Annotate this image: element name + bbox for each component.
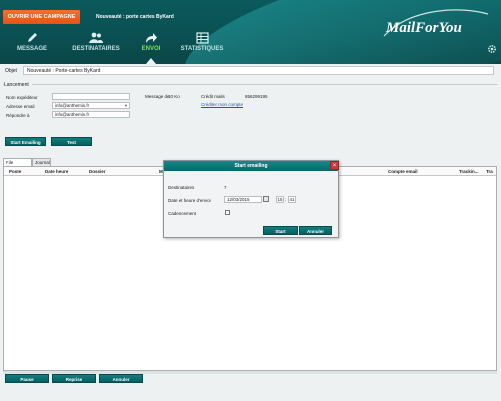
recipients-label: Destinataires bbox=[168, 185, 195, 190]
email-select-value: info@anthemis.fr bbox=[55, 103, 90, 108]
resume-button[interactable]: Reprise bbox=[52, 374, 96, 383]
email-label: Adresse email bbox=[6, 104, 35, 109]
pencil-icon bbox=[28, 33, 37, 42]
column-header[interactable]: Dossier bbox=[89, 169, 106, 174]
svg-text:MailForYou: MailForYou bbox=[385, 20, 462, 36]
calendar-icon[interactable] bbox=[263, 196, 269, 202]
start-emailing-dialog: Start emailing × Destinataires 7 Date et… bbox=[163, 160, 339, 238]
reply-input[interactable]: info@anthemis.fr bbox=[52, 111, 130, 118]
mailforyou-logo: MailForYou bbox=[383, 9, 489, 37]
chevron-down-icon: ▼ bbox=[124, 103, 128, 108]
credit-label: Crédit mails bbox=[201, 94, 225, 99]
nav-message[interactable]: MESSAGE bbox=[14, 32, 50, 60]
nav-destinataires[interactable]: DESTINATAIRES bbox=[72, 32, 120, 60]
recipients-value: 7 bbox=[224, 185, 227, 190]
credit-value: 856299195 bbox=[245, 94, 268, 99]
email-select[interactable]: info@anthemis.fr ▼ bbox=[52, 102, 130, 109]
nav-statistiques[interactable]: STATISTIQUES bbox=[180, 32, 224, 60]
sender-name-label: Nom expéditeur bbox=[6, 95, 38, 100]
nav-label: MESSAGE bbox=[16, 46, 47, 52]
dialog-title: Start emailing bbox=[164, 161, 338, 171]
datetime-label: Date et heure d'envoi bbox=[168, 198, 211, 203]
tab-journal[interactable]: Journal bbox=[32, 158, 51, 166]
message-size-label: Message de bbox=[145, 94, 170, 99]
minute-input[interactable]: 41 bbox=[288, 196, 296, 203]
time-separator: : bbox=[285, 197, 287, 202]
table-icon bbox=[195, 32, 209, 44]
column-header[interactable]: Poste bbox=[9, 169, 21, 174]
people-icon bbox=[89, 32, 103, 43]
nav-label: ENVOI bbox=[141, 46, 161, 52]
launch-title: Lancement bbox=[4, 82, 32, 88]
active-tab-marker bbox=[146, 58, 156, 64]
message-size-value: 10 Ko bbox=[168, 94, 180, 99]
gear-icon[interactable] bbox=[487, 44, 497, 54]
test-button[interactable]: Test bbox=[51, 137, 92, 146]
column-header[interactable]: Tra bbox=[486, 169, 493, 174]
credit-account-link[interactable]: Créditer mon compte bbox=[201, 102, 243, 107]
cadence-label: Cadencement bbox=[168, 211, 197, 216]
sender-name-input[interactable] bbox=[52, 93, 130, 100]
cadence-checkbox[interactable] bbox=[225, 210, 230, 215]
nav-envoi[interactable]: ENVOI bbox=[140, 32, 162, 60]
object-label: Objet bbox=[5, 68, 17, 74]
column-header[interactable]: Compte email bbox=[388, 169, 418, 174]
hour-input[interactable]: 15 bbox=[276, 196, 284, 203]
campaign-title: Nouveauté : porte cartes ByKard bbox=[96, 14, 174, 20]
object-input[interactable]: Nouveauté : Porte-cartes ByKard bbox=[23, 66, 494, 75]
dialog-cancel-button[interactable]: Annuler bbox=[299, 226, 332, 235]
cancel-button[interactable]: Annuler bbox=[99, 374, 143, 383]
start-emailing-button[interactable]: Start Emailing bbox=[5, 137, 46, 146]
nav-label: STATISTIQUES bbox=[180, 46, 224, 52]
date-input[interactable]: 12/03/2015 bbox=[224, 196, 262, 203]
app-header: OUVRIR UNE CAMPAGNE Nouveauté : porte ca… bbox=[0, 0, 501, 64]
nav-label: DESTINATAIRES bbox=[72, 46, 120, 52]
pause-button[interactable]: Pause bbox=[5, 374, 49, 383]
column-header[interactable]: Trackin... bbox=[459, 169, 479, 174]
dialog-start-button[interactable]: Start bbox=[263, 226, 298, 235]
open-campaign-button[interactable]: OUVRIR UNE CAMPAGNE bbox=[3, 10, 80, 24]
reply-label: Répondre à bbox=[6, 113, 30, 118]
close-icon[interactable]: × bbox=[330, 161, 339, 170]
column-header[interactable]: Date heure bbox=[45, 169, 68, 174]
send-arrow-icon bbox=[146, 33, 157, 43]
